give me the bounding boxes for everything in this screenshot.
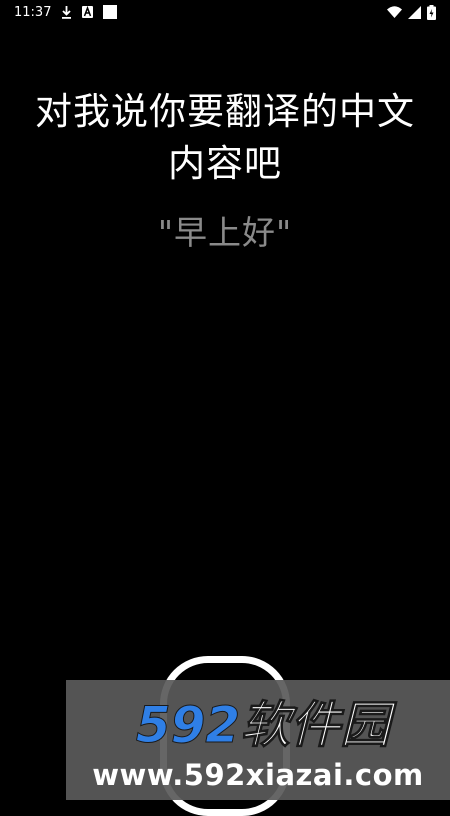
watermark-logo-text: 592软件园 <box>136 696 397 754</box>
status-left: 11:37 <box>14 4 118 20</box>
signal-icon <box>408 5 421 19</box>
font-a-icon <box>82 6 94 18</box>
status-right <box>387 4 436 20</box>
watermark-logo-digits: 592 <box>136 696 240 754</box>
battery-icon <box>427 4 436 20</box>
download-icon <box>61 5 72 19</box>
watermark-url: www.592xiazai.com <box>92 758 424 792</box>
recognized-speech-text: "早上好" <box>157 213 293 252</box>
watermark-banner: 592软件园 www.592xiazai.com <box>66 680 450 800</box>
status-time: 11:37 <box>14 4 52 20</box>
wifi-icon <box>387 6 402 18</box>
status-bar: 11:37 <box>0 0 450 24</box>
voice-prompt-text: 对我说你要翻译的中文内容吧 <box>35 90 415 185</box>
watermark-logo: 592软件园 <box>135 696 397 755</box>
square-icon <box>103 5 118 19</box>
watermark-logo-chars: 软件园 <box>240 696 397 754</box>
